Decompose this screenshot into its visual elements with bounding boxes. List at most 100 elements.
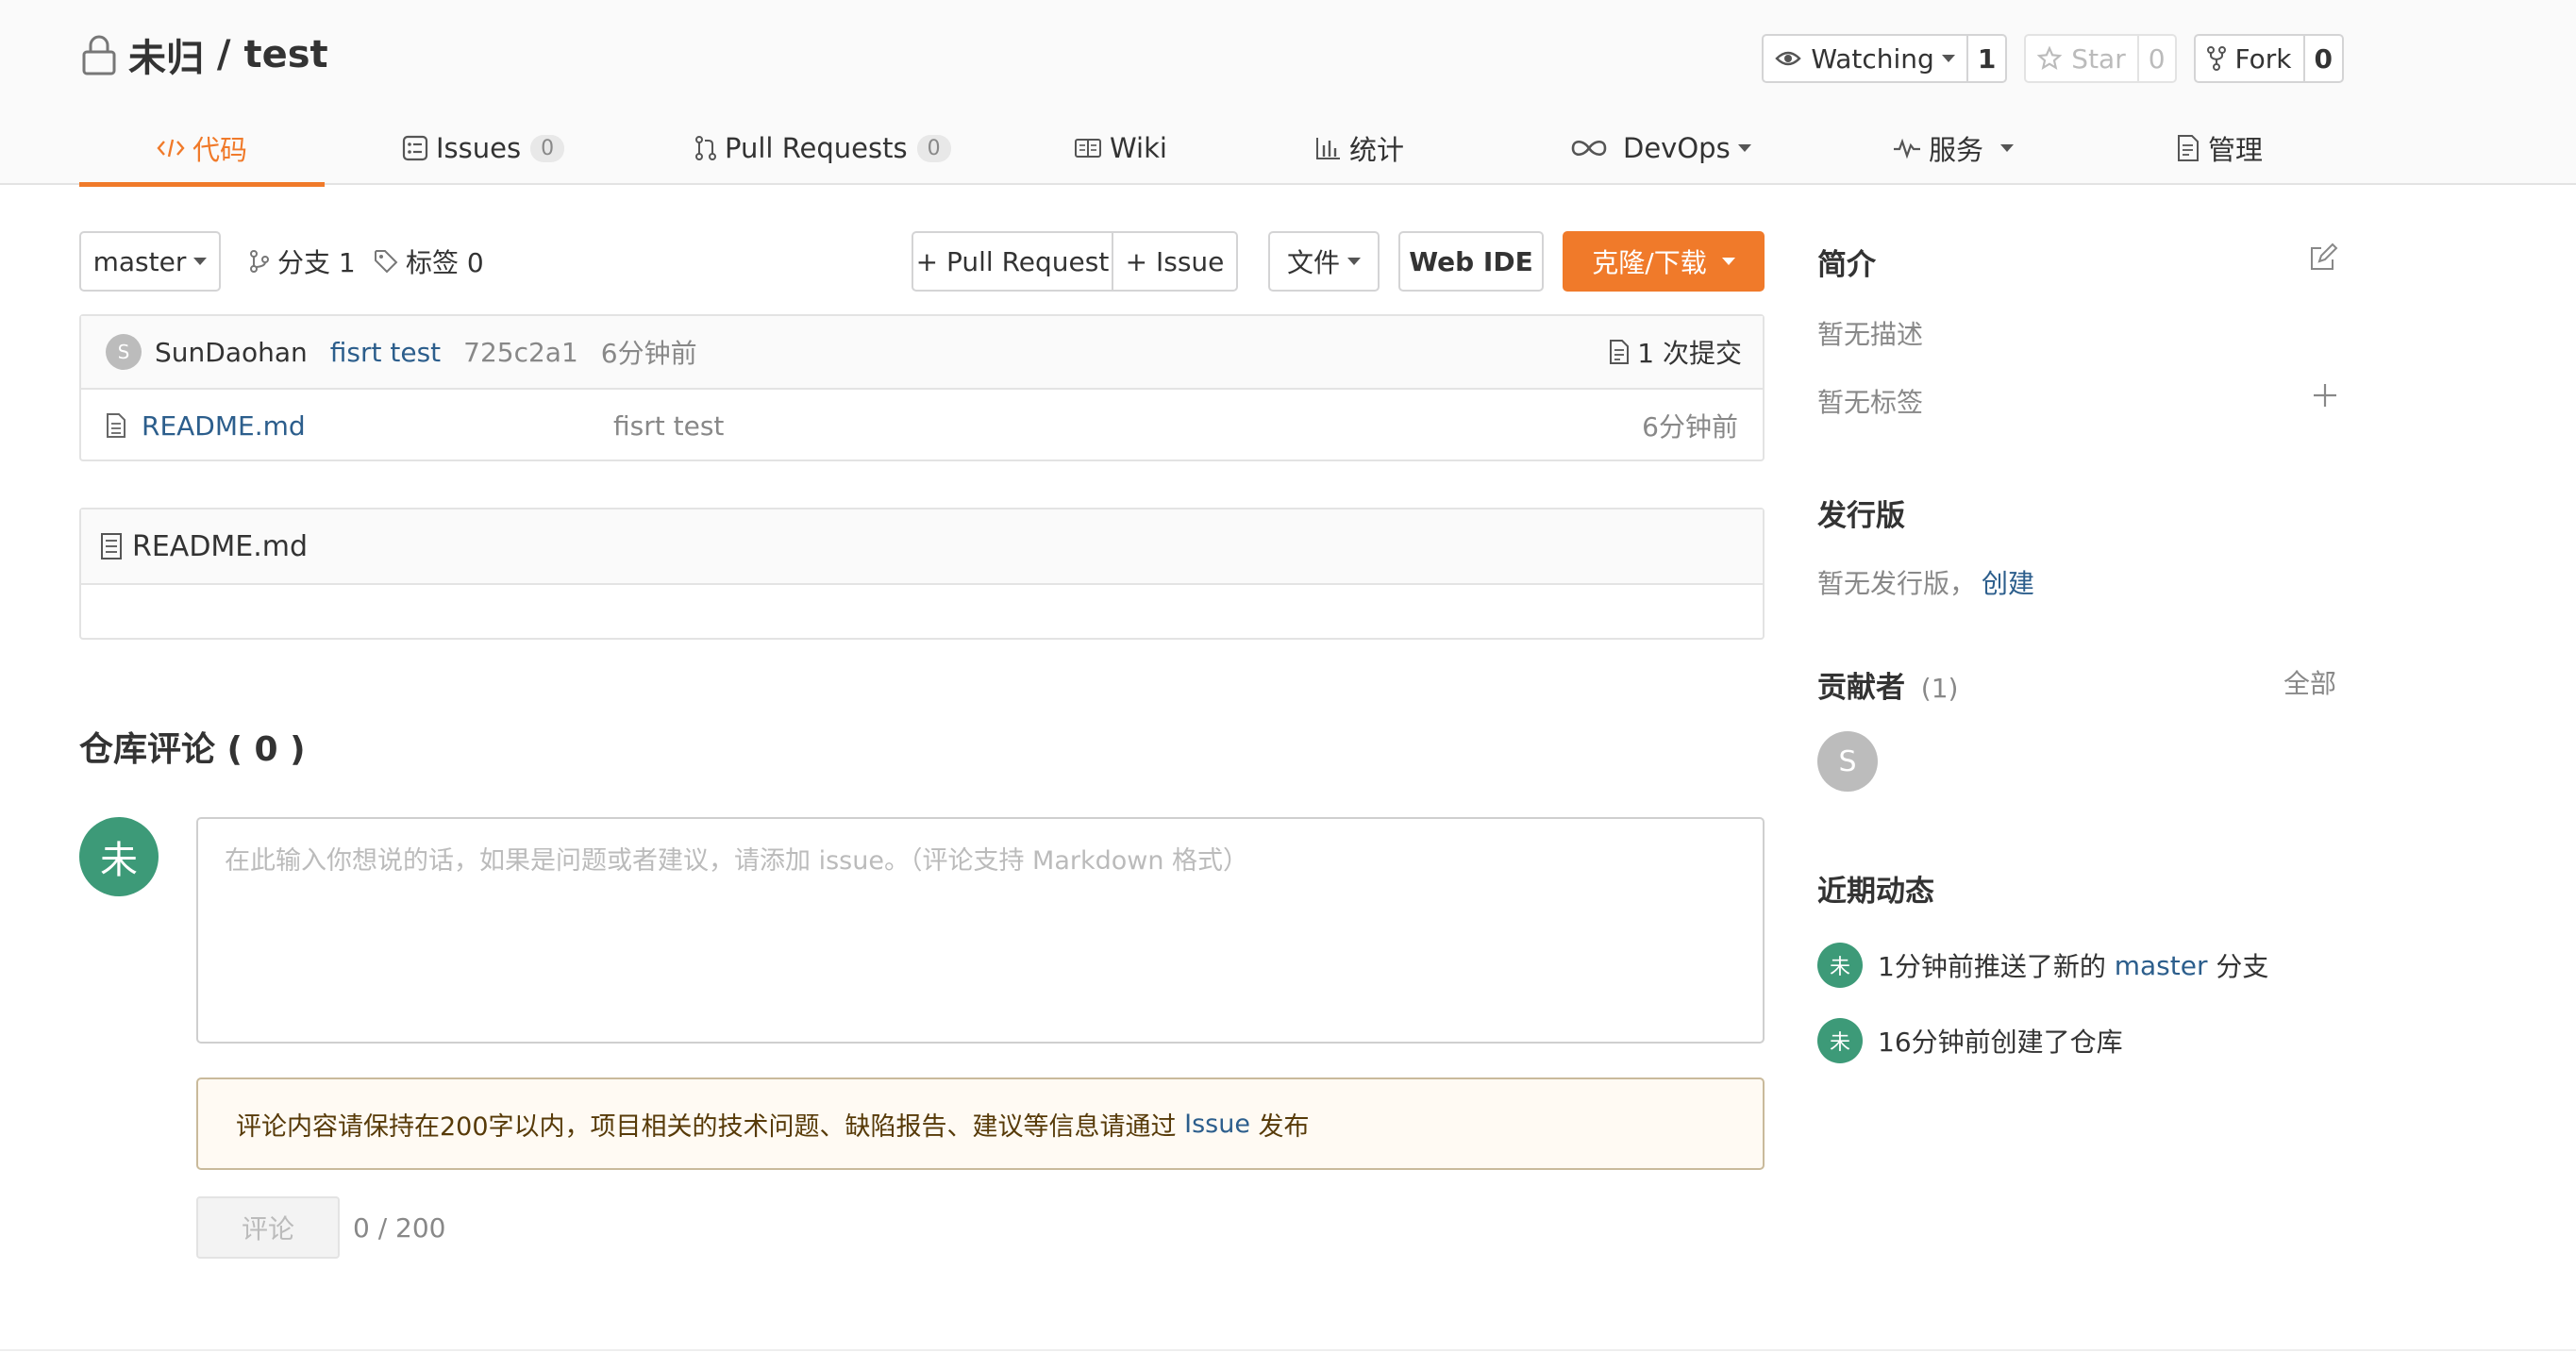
file-menu-label: 文件 [1286, 247, 1340, 278]
contributors-count: (1) [1920, 673, 1959, 704]
tag-icon [375, 250, 398, 274]
avatar[interactable]: 未 [1817, 943, 1863, 988]
readme-file-icon [101, 533, 122, 560]
commit-list-icon [1610, 340, 1630, 364]
latest-commit: S SunDaohan fisrt test 725c2a1 6分钟前 1 次提… [81, 316, 1763, 390]
clone-download-button[interactable]: 克隆/下载 [1563, 231, 1765, 292]
file-list: S SunDaohan fisrt test 725c2a1 6分钟前 1 次提… [79, 314, 1765, 461]
file-menu-button[interactable]: 文件 [1268, 231, 1380, 292]
tab-devops[interactable]: DevOps [1570, 111, 1751, 185]
comment-input[interactable] [196, 817, 1765, 1044]
pull-requests-count-badge: 0 [916, 134, 951, 162]
chevron-down-icon [193, 258, 208, 265]
star-icon [2037, 46, 2063, 70]
repo-actions: Watching 1 Star 0 Fork 0 [1762, 34, 2344, 83]
tab-services[interactable]: 服务 [1893, 111, 2015, 185]
commit-author[interactable]: SunDaohan [155, 337, 308, 368]
tab-pull-requests[interactable]: Pull Requests 0 [694, 111, 951, 185]
activity-branch-link[interactable]: master [2115, 950, 2208, 981]
no-tags-text: 暂无标签 [1817, 387, 1924, 418]
chevron-down-icon [1721, 258, 1735, 265]
file-commit-message[interactable]: fisrt test [613, 410, 724, 442]
star-button[interactable]: Star 0 [2024, 34, 2177, 83]
intro-title: 简介 [1817, 248, 1876, 282]
branch-select[interactable]: master [79, 231, 221, 292]
branches-label: 分支 1 [277, 247, 356, 278]
issues-icon [402, 135, 428, 161]
new-pull-request-button[interactable]: + Pull Request [912, 231, 1113, 292]
avatar[interactable]: S [1817, 731, 1878, 792]
tab-devops-label: DevOps [1623, 132, 1731, 164]
contributors-title-label: 贡献者 [1817, 671, 1905, 705]
tab-wiki-label: Wiki [1110, 132, 1167, 164]
tab-wiki[interactable]: Wiki [1074, 111, 1167, 185]
comments-title: 仓库评论 ( 0 ) [79, 730, 306, 769]
infinity-icon [1571, 140, 1607, 157]
fork-count[interactable]: 0 [2302, 36, 2342, 81]
tab-manage-label: 管理 [2208, 134, 2264, 166]
tab-services-label: 服务 [1929, 134, 1984, 166]
star-label: Star [2071, 42, 2126, 75]
commit-count-label: 1 次提交 [1637, 338, 1742, 369]
commit-message[interactable]: fisrt test [330, 337, 441, 368]
watch-count[interactable]: 1 [1965, 36, 2005, 81]
chevron-down-icon [2000, 144, 2015, 152]
activity-text: 1分钟前推送了新的 [1878, 951, 2115, 982]
bar-chart-icon [1316, 138, 1340, 159]
issues-count-badge: 0 [530, 134, 565, 162]
tab-issues[interactable]: Issues 0 [402, 111, 565, 185]
tab-stats-label: 统计 [1349, 134, 1405, 166]
no-releases-text: 暂无发行版， [1817, 568, 1977, 599]
pulse-icon [1894, 138, 1920, 159]
file-name-link[interactable]: README.md [142, 410, 306, 442]
comment-notice: 评论内容请保持在200字以内，项目相关的技术问题、缺陷报告、建议等信息请通过 I… [196, 1077, 1765, 1170]
lock-icon [82, 35, 116, 75]
notice-text-suffix: 发布 [1249, 1111, 1310, 1142]
branches-link[interactable]: 分支 1 [249, 231, 356, 292]
settings-document-icon [2178, 135, 2199, 161]
edit-icon[interactable] [2308, 242, 2338, 273]
tab-code-label: 代码 [192, 134, 247, 166]
chevron-down-icon [1941, 55, 1955, 62]
web-ide-button[interactable]: Web IDE [1398, 231, 1544, 292]
file-commit-time: 6分钟前 [1642, 411, 1738, 443]
fork-label: Fork [2234, 42, 2292, 75]
fork-button[interactable]: Fork 0 [2193, 34, 2344, 83]
activity-title: 近期动态 [1817, 875, 1934, 909]
commit-count-link[interactable]: 1 次提交 [1609, 333, 1742, 371]
repo-title: 未归 / test [81, 28, 328, 81]
all-contributors-link[interactable]: 全部 [2283, 663, 2336, 701]
create-release-link[interactable]: 创建 [1982, 568, 2034, 599]
tab-manage[interactable]: 管理 [2176, 111, 2263, 185]
tab-stats[interactable]: 统计 [1315, 111, 1404, 185]
new-issue-button[interactable]: + Issue [1112, 231, 1238, 292]
commit-hash[interactable]: 725c2a1 [463, 337, 578, 368]
watch-button[interactable]: Watching 1 [1762, 34, 2008, 83]
chevron-down-icon [1737, 144, 1751, 152]
chevron-down-icon [1347, 258, 1361, 265]
commit-time: 6分钟前 [600, 338, 697, 369]
file-icon [107, 413, 125, 438]
avatar[interactable]: 未 [1817, 1018, 1863, 1063]
table-row: README.md fisrt test 6分钟前 [81, 390, 1763, 461]
notice-text-prefix: 评论内容请保持在200字以内，项目相关的技术问题、缺陷报告、建议等信息请通过 [236, 1111, 1185, 1142]
repo-header: 未归 / test Watching 1 Star 0 Fork 0 代码 Is… [0, 0, 2576, 187]
tab-code[interactable]: 代码 [79, 111, 325, 187]
repo-name[interactable]: test [243, 33, 327, 76]
tags-link[interactable]: 标签 0 [374, 231, 484, 292]
pull-request-icon [695, 136, 716, 160]
add-icon[interactable] [2312, 382, 2338, 409]
code-icon [157, 139, 185, 158]
list-item: 未 16分钟前创建了仓库 [1817, 1016, 2123, 1065]
avatar[interactable]: S [106, 334, 142, 370]
submit-comment-button[interactable]: 评论 [196, 1196, 340, 1259]
notice-issue-link[interactable]: Issue [1184, 1110, 1250, 1139]
repo-toolbar: master 分支 1 标签 0 + Pull Request + Issue … [79, 231, 1765, 292]
fork-icon [2206, 46, 2226, 71]
tags-label: 标签 0 [406, 247, 484, 278]
avatar[interactable]: 未 [79, 817, 159, 896]
repo-separator: / [204, 33, 244, 76]
star-count[interactable]: 0 [2136, 36, 2175, 81]
new-pull-request-label: + Pull Request [915, 245, 1110, 277]
repo-owner[interactable]: 未归 [128, 27, 204, 82]
